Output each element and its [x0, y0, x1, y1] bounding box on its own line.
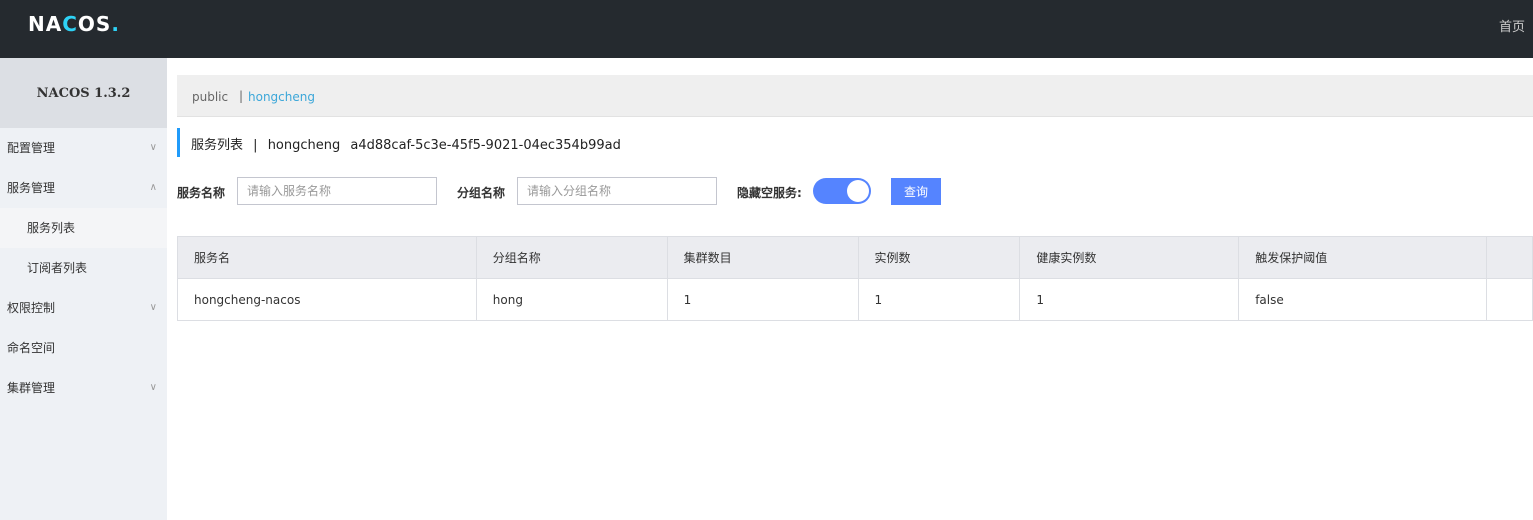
- query-button[interactable]: 查询: [891, 178, 941, 205]
- home-link[interactable]: 首页: [1499, 16, 1525, 35]
- service-table: 服务名 分组名称 集群数目 实例数 健康实例数 触发保护阈值 hongcheng…: [177, 236, 1533, 321]
- logo-text-c: OS: [77, 12, 112, 36]
- sidebar-item-label: 服务管理: [7, 181, 56, 195]
- page-title-main: 服务列表: [191, 138, 244, 153]
- page-title: 服务列表 | hongcheng a4d88caf-5c3e-45f5-9021…: [177, 128, 627, 157]
- sidebar-item-label: 集群管理: [7, 381, 56, 395]
- chevron-down-icon: ∨: [149, 382, 157, 393]
- column-header-protect-threshold[interactable]: 触发保护阈值: [1238, 236, 1487, 279]
- cell-service-name: hongcheng-nacos: [177, 278, 477, 321]
- logo-text-b: C: [62, 12, 78, 36]
- sidebar-item-service-management[interactable]: 服务管理 ∧: [0, 168, 167, 208]
- service-name-label: 服务名称: [177, 186, 226, 200]
- service-name-input[interactable]: [237, 177, 437, 205]
- namespace-bar: public | hongcheng: [177, 75, 1533, 117]
- sidebar-item-config-management[interactable]: 配置管理 ∨: [0, 128, 167, 168]
- table-header-row: 服务名 分组名称 集群数目 实例数 健康实例数 触发保护阈值: [177, 236, 1533, 279]
- logo-text-a: NA: [28, 12, 63, 36]
- sidebar: NACOS 1.3.2 配置管理 ∨ 服务管理 ∧ 服务列表 订阅者列表 权限控…: [0, 58, 167, 520]
- sidebar-item-access-control[interactable]: 权限控制 ∨: [0, 288, 167, 328]
- chevron-down-icon: ∨: [149, 142, 157, 153]
- version-title: NACOS 1.3.2: [0, 58, 167, 128]
- chevron-down-icon: ∨: [149, 302, 157, 313]
- page-title-separator: |: [253, 138, 258, 153]
- column-header-actions: [1485, 236, 1533, 279]
- cell-instance-count: 1: [857, 278, 1021, 321]
- logo-dot: .: [111, 12, 120, 36]
- cell-cluster-count: 1: [666, 278, 859, 321]
- table-row: hongcheng-nacos hong 1 1 1 false: [177, 278, 1533, 321]
- sidebar-item-label: 权限控制: [7, 301, 56, 315]
- cell-actions: [1485, 278, 1533, 321]
- column-header-instance-count[interactable]: 实例数: [857, 236, 1021, 279]
- sidebar-item-cluster-management[interactable]: 集群管理 ∨: [0, 368, 167, 408]
- cell-protect-threshold: false: [1238, 278, 1487, 321]
- column-header-group-name[interactable]: 分组名称: [475, 236, 668, 279]
- toggle-knob: [847, 180, 869, 202]
- sidebar-item-namespace[interactable]: 命名空间: [0, 328, 167, 368]
- page-title-namespace-name: hongcheng: [267, 138, 341, 153]
- namespace-hongcheng[interactable]: hongcheng: [248, 90, 315, 104]
- cell-group-name: hong: [475, 278, 668, 321]
- group-name-label: 分组名称: [457, 186, 506, 200]
- page-title-namespace-id: a4d88caf-5c3e-45f5-9021-04ec354b99ad: [350, 138, 621, 153]
- nacos-logo[interactable]: NACOS.: [28, 12, 120, 36]
- cell-healthy-instance-count: 1: [1019, 278, 1240, 321]
- group-name-input[interactable]: [517, 177, 717, 205]
- column-header-healthy-instance-count[interactable]: 健康实例数: [1019, 236, 1240, 279]
- top-header: NACOS. 首页: [0, 0, 1533, 58]
- sidebar-item-subscriber-list[interactable]: 订阅者列表: [0, 248, 167, 288]
- chevron-up-icon: ∧: [149, 182, 157, 193]
- sidebar-item-service-list[interactable]: 服务列表: [0, 208, 167, 248]
- column-header-service-name[interactable]: 服务名: [177, 236, 477, 279]
- sidebar-item-label: 命名空间: [7, 341, 56, 355]
- sidebar-item-label: 配置管理: [7, 141, 56, 155]
- namespace-public[interactable]: public: [192, 90, 228, 104]
- hide-empty-service-label: 隐藏空服务:: [737, 186, 802, 200]
- hide-empty-service-toggle[interactable]: [813, 178, 871, 204]
- column-header-cluster-count[interactable]: 集群数目: [666, 236, 859, 279]
- namespace-separator: |: [239, 89, 244, 103]
